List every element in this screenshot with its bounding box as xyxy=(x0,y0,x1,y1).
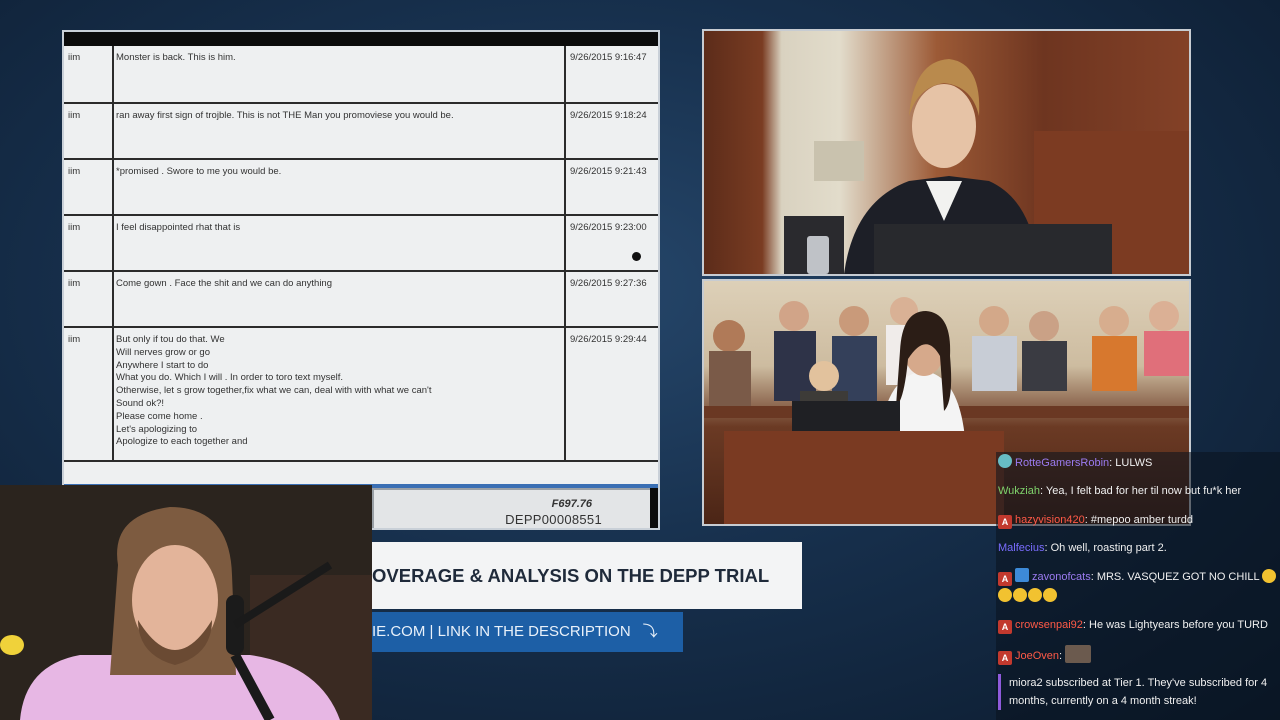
sender-cell: iim xyxy=(64,104,114,158)
footer-edge xyxy=(650,488,658,528)
message-cell: ran away first sign of trojble. This is … xyxy=(114,104,566,158)
message-cell: But only if tou do that. We Will nerves … xyxy=(114,328,566,460)
crown-badge-icon xyxy=(1015,568,1029,582)
witness-face xyxy=(912,84,976,168)
table-row: iim Come gown . Face the shit and we can… xyxy=(64,272,658,328)
badge-icon: A xyxy=(998,620,1012,634)
table-row: iim *promised . Swore to me you would be… xyxy=(64,160,658,216)
chat-message: Wukziah: Yea, I felt bad for her til now… xyxy=(998,485,1242,497)
chat-text: LULWS xyxy=(1115,457,1153,469)
badge-icon: A xyxy=(998,572,1012,586)
chat-message: Acrowsenpai92: He was Lightyears before … xyxy=(998,616,1278,635)
lower-third-link: IE.COM | LINK IN THE DESCRIPTION ⤵ xyxy=(372,612,683,652)
chat-username[interactable]: crowsenpai92 xyxy=(1015,619,1083,631)
laughing-emoji-icon xyxy=(1013,588,1027,602)
timestamp-cell: 9/26/2015 9:27:36 xyxy=(570,278,647,289)
next-page-edge: F697.76 DEPP00008551 xyxy=(374,490,650,528)
chat-message: Malfecius: Oh well, roasting part 2. xyxy=(998,542,1167,554)
chat-username[interactable]: Wukziah xyxy=(998,485,1040,497)
laughing-emoji-icon xyxy=(1043,588,1057,602)
laughing-emoji-icon xyxy=(1262,569,1277,583)
message-table: iim Monster is back. This is him. 9/26/2… xyxy=(64,46,658,486)
sender-cell: iim xyxy=(64,272,114,326)
badge-icon: A xyxy=(998,515,1012,529)
podium xyxy=(724,431,1004,524)
message-cell: Monster is back. This is him. xyxy=(114,46,566,102)
message-cell: I feel disappointed rhat that is xyxy=(114,216,566,270)
chat-panel: RotteGamersRobin: LULWS Wukziah: Yea, I … xyxy=(996,452,1280,720)
badge-icon xyxy=(998,454,1012,468)
courtroom-witness-feed xyxy=(702,29,1191,276)
bates-number: DEPP00008551 xyxy=(505,512,602,527)
timestamp-cell: 9/26/2015 9:18:24 xyxy=(570,110,647,121)
sender-cell: iim xyxy=(64,216,114,270)
chat-message: A JoeOven: xyxy=(998,645,1278,666)
timestamp-cell: 9/26/2015 9:23:00 xyxy=(570,222,647,233)
badge-icon: A xyxy=(998,651,1012,665)
arrow-down-right-icon: ⤵ xyxy=(642,623,658,640)
chat-username[interactable]: JoeOven xyxy=(1015,650,1059,662)
water-bottle xyxy=(807,236,829,274)
evidence-document: iim Monster is back. This is him. 9/26/2… xyxy=(62,30,660,530)
laughing-emoji-icon xyxy=(998,588,1012,602)
table-row: iim I feel disappointed rhat that is 9/2… xyxy=(64,216,658,272)
streamer-scene xyxy=(0,485,372,720)
chat-text: Yea, I felt bad for her til now but fu*k… xyxy=(1045,485,1242,497)
chat-message: Ahazyvision420: #mepoo amber turdd xyxy=(998,511,1278,530)
chat-username[interactable]: zavonofcats xyxy=(1032,571,1091,583)
chat-username[interactable]: Malfecius xyxy=(998,542,1044,554)
message-cell: Come gown . Face the shit and we can do … xyxy=(114,272,566,326)
chat-text: MRS. VASQUEZ GOT NO CHILL xyxy=(1096,571,1260,583)
chat-text: #mepoo amber turdd xyxy=(1090,514,1193,526)
chat-text: He was Lightyears before you TURD xyxy=(1089,619,1268,631)
timestamp-cell: 9/26/2015 9:21:43 xyxy=(570,166,647,177)
lower-third-link-text: IE.COM | LINK IN THE DESCRIPTION xyxy=(372,623,631,640)
chat-message: RotteGamersRobin: LULWS xyxy=(998,454,1278,473)
sender-cell: iim xyxy=(64,160,114,214)
streamer-webcam xyxy=(0,485,372,720)
message-cell: *promised . Swore to me you would be. xyxy=(114,160,566,214)
laughing-emoji-icon xyxy=(1028,588,1042,602)
cursor-dot xyxy=(632,252,641,261)
subscription-notice: miora2 subscribed at Tier 1. They've sub… xyxy=(998,674,1276,710)
exhibit-code: F697.76 xyxy=(551,498,592,510)
timestamp-cell: 9/26/2015 9:16:47 xyxy=(570,52,647,63)
table-row: iim But only if tou do that. We Will ner… xyxy=(64,328,658,462)
table-row: iim ran away first sign of trojble. This… xyxy=(64,104,658,160)
lower-third-title: OVERAGE & ANALYSIS ON THE DEPP TRIAL xyxy=(372,542,802,609)
wall-panel xyxy=(814,141,864,181)
sender-cell: iim xyxy=(64,46,114,102)
chat-text: Oh well, roasting part 2. xyxy=(1050,542,1167,554)
chat-username[interactable]: RotteGamersRobin xyxy=(1015,457,1109,469)
document-header-bar xyxy=(64,32,658,46)
witness-scene xyxy=(784,59,1189,274)
table-row: iim Monster is back. This is him. 9/26/2… xyxy=(64,46,658,104)
chat-message: Azavonofcats: MRS. VASQUEZ GOT NO CHILL xyxy=(998,568,1278,606)
plush-toy xyxy=(0,635,24,655)
timestamp-cell: 9/26/2015 9:29:44 xyxy=(570,334,647,345)
custom-emote-icon xyxy=(1065,645,1092,663)
chat-username[interactable]: hazyvision420 xyxy=(1015,514,1085,526)
sender-cell: iim xyxy=(64,328,114,460)
monitor xyxy=(874,224,1112,274)
